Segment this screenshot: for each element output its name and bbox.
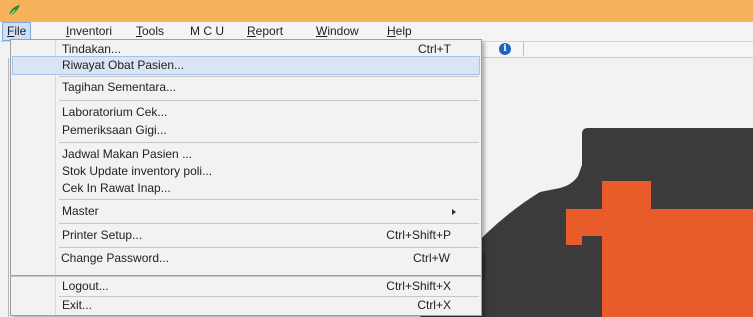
menu-item-shortcut: Ctrl+X xyxy=(417,298,451,312)
menu-item-shortcut: Ctrl+W xyxy=(413,251,450,265)
file-menu-items-overlay: Change Password... Ctrl+W xyxy=(10,39,480,275)
file-menu-dropdown-tail: Logout... Ctrl+Shift+X Exit... Ctrl+X xyxy=(10,276,482,316)
menu-item-shortcut: Ctrl+Shift+X xyxy=(386,279,451,293)
menu-item-label: Change Password... xyxy=(61,251,170,265)
menu-item-logout[interactable]: Logout... Ctrl+Shift+X xyxy=(12,277,480,296)
menu-item-change-password[interactable]: Change Password... Ctrl+W xyxy=(11,249,479,268)
menu-item-label: Logout... xyxy=(62,279,109,293)
menu-item-label: Exit... xyxy=(62,298,93,312)
menu-item-exit[interactable]: Exit... Ctrl+X xyxy=(12,296,480,315)
